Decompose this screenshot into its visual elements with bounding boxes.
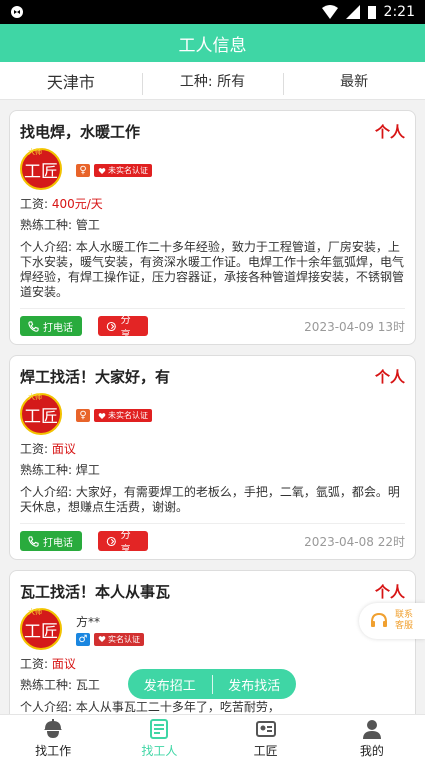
share-icon [106,321,116,331]
share-icon [106,536,116,546]
avatar-badge: 大师 [28,393,42,401]
cert-badge: 实名认证 [94,632,144,646]
wifi-icon [321,5,338,19]
share-label: 分享 [120,315,131,341]
intro: 个人介绍: 本人从事瓦工二十多年了，吃苦耐劳， [20,700,280,714]
call-label: 打电话 [43,322,73,334]
phone-icon [28,320,39,332]
worker-card[interactable]: 焊工找活！大家好，有 个人 大师 工匠 ♀ 未实名认证 工资: 面议 熟练工种:… [9,355,416,560]
trade-filter[interactable]: 工种: 所有 [141,71,284,95]
card-title: 瓦工找活！本人从事瓦 [20,583,171,601]
heart-icon [98,412,106,419]
wage-label: 工资: [20,442,52,456]
tab-label: 我的 [359,743,384,758]
wage-label: 工资: [20,657,52,671]
tab-craftsman[interactable]: 工匠 [213,715,319,761]
filter-bar: 天津市 工种: 所有 最新 [0,62,425,100]
bottom-tab-bar: 找工作 找工人 工匠 我的 [0,714,425,761]
tab-mine[interactable]: 我的 [319,715,425,761]
card-title: 焊工找活！大家好，有 [20,368,171,386]
cert-badge: 未实名认证 [94,409,152,422]
avatar-badge: 大师 [28,148,42,156]
cert-badge: 未实名认证 [94,164,152,177]
phone-icon [28,535,39,547]
heart-icon [98,167,106,174]
cert-label: 实名认证 [108,634,140,644]
tab-label: 工匠 [253,743,278,758]
card-type: 个人 [374,583,405,601]
page-title: 工人信息 [0,24,425,62]
avatar: 大师 工匠 [20,393,62,435]
worker-list-icon [150,718,169,739]
intro: 个人介绍: 本人水暖工作二十多年经验，致力于工程管道，厂房安装，上下水安装，暖气… [20,240,405,299]
post-date: 2023-04-09 13时 [304,319,405,334]
wage-value: 面议 [51,657,76,671]
avatar-text: 工匠 [24,406,58,427]
wage-value: 面议 [51,442,76,456]
share-label: 分享 [120,530,131,556]
worker-helmet-icon [44,718,63,738]
tab-find-worker[interactable]: 找工人 [106,715,212,761]
tab-find-job[interactable]: 找工作 [0,715,106,761]
cert-label: 未实名认证 [108,411,148,420]
female-icon: ♀ [76,164,90,177]
post-work-button[interactable]: 发布找活 [211,674,297,694]
call-label: 打电话 [43,537,73,549]
intro: 个人介绍: 大家好，有需要焊工的老板么，手把，二氧，氩弧，都会。明天休息，想赚点… [20,485,400,514]
tab-label: 找工人 [141,743,178,758]
post-date: 2023-04-08 22时 [304,534,405,549]
worker-card[interactable]: 找电焊，水暖工作 个人 大师 工匠 ♀ 未实名认证 工资: 400元/天 熟练工… [9,110,416,345]
worker-name: 方** [76,614,101,629]
battery-icon [367,6,376,19]
signal-icon [345,5,360,19]
share-button[interactable]: 分享 [98,315,148,341]
card-title: 找电焊，水暖工作 [20,123,141,141]
share-button[interactable]: 分享 [98,530,148,556]
avatar-badge: 大师 [28,608,42,616]
wage-value: 400元/天 [51,197,103,211]
female-icon: ♀ [76,409,90,422]
skill: 熟练工种: 管工 [20,218,100,232]
call-button[interactable]: 打电话 [20,316,82,336]
card-type: 个人 [374,368,405,386]
post-job-button[interactable]: 发布招工 [128,675,212,694]
cert-label: 未实名认证 [108,166,148,175]
tab-label: 找工作 [35,743,72,758]
avatar: 大师 工匠 [20,608,62,650]
call-button[interactable]: 打电话 [20,531,82,551]
avatar-text: 工匠 [24,621,58,642]
city-filter[interactable]: 天津市 [0,69,142,93]
customer-service-label: 联系客服 [395,610,414,631]
skill: 熟练工种: 焊工 [20,463,100,477]
clock: 2:21 [383,4,415,20]
id-card-icon [255,720,276,737]
customer-service-button[interactable]: 联系客服 [359,603,425,639]
avatar: 大师 工匠 [20,148,62,190]
card-type: 个人 [374,123,405,141]
sort-filter[interactable]: 最新 [283,71,425,95]
app-notification-icon [11,6,23,18]
publish-buttons: 发布招工 发布找活 [128,669,296,699]
headset-icon [371,612,387,627]
male-icon: ♂ [76,632,90,646]
person-icon [362,719,381,739]
status-bar: 2:21 [0,0,425,24]
heart-icon [98,636,106,642]
wage-label: 工资: [20,197,52,211]
avatar-text: 工匠 [24,161,58,182]
